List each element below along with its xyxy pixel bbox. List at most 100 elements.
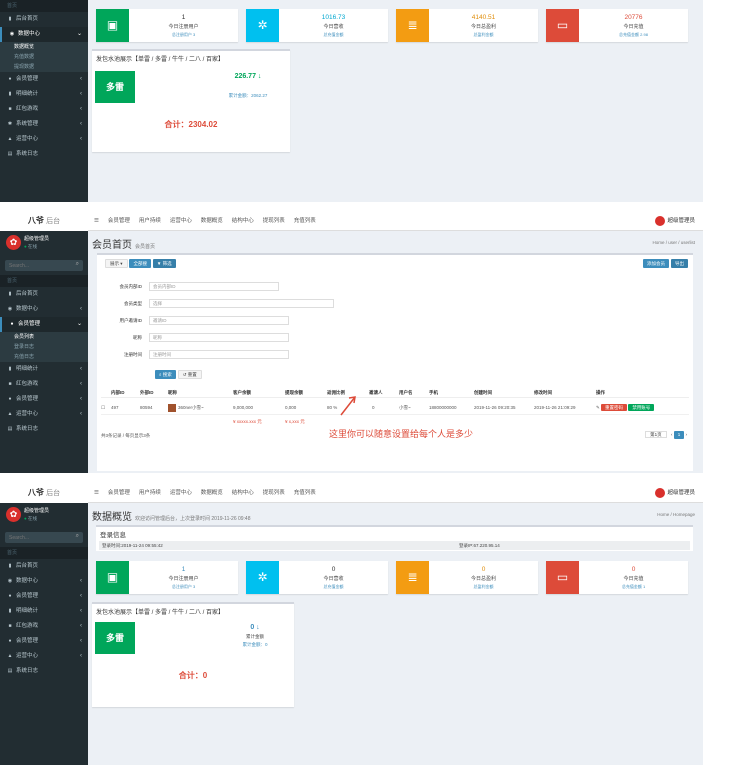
kpi-link[interactable]: 总盈利金额 xyxy=(429,32,538,38)
online-dot-icon: ● xyxy=(24,244,27,249)
kpi-label: 今日总盈利 xyxy=(470,24,496,30)
nav-members[interactable]: 会员管理 xyxy=(108,211,130,231)
sidebar-item-stats[interactable]: ▮ 明细统计 ‹ xyxy=(0,362,88,377)
disable-account-button[interactable]: 禁用账号 xyxy=(628,404,655,411)
top-navbar: ☰ 会员管理 用户持续 运营中心 数据概览 结构中心 提现列表 充值列表 超级管… xyxy=(88,211,703,231)
sidebar-item-redpacket[interactable]: ■ 红包游戏 ‹ xyxy=(0,619,88,634)
kpi-link[interactable]: 总充值金额 xyxy=(279,584,388,590)
chevron-left-icon: ‹ xyxy=(80,381,82,387)
kpi-link[interactable]: 总充值金额 xyxy=(279,32,388,38)
edit-icon[interactable]: ✎ xyxy=(596,405,600,410)
member-id-input[interactable]: 会员内部ID xyxy=(149,282,279,291)
sidebar-item-logs[interactable]: ▤ 系统日志 xyxy=(0,664,88,679)
kpi-link[interactable]: 总充值金额 1 xyxy=(579,584,688,590)
export-button[interactable]: 导出 xyxy=(671,259,688,268)
kpi-label: 今日充值 xyxy=(623,24,644,30)
sidebar-item-home[interactable]: ▮ 后台首页 xyxy=(0,12,88,27)
sidebar-item-redpacket[interactable]: ■ 红包游戏 ‹ xyxy=(0,102,88,117)
nav-structure[interactable]: 结构中心 xyxy=(232,211,254,231)
sidebar-sub-recharge[interactable]: 充值数据 xyxy=(0,52,88,62)
sidebar-item-data-center[interactable]: ◉ 数据中心 ‹ xyxy=(0,302,88,317)
sidebar-item-logs[interactable]: ▤ 系统日志 xyxy=(0,147,88,162)
search-icon[interactable]: ⌕ xyxy=(76,261,79,268)
breadcrumb: Home / Homepage xyxy=(657,512,695,517)
add-member-button[interactable]: 添加会员 xyxy=(643,259,670,268)
sidebar-search-input[interactable] xyxy=(5,260,83,271)
chart-icon: ▮ xyxy=(8,608,12,614)
nav-recharge[interactable]: 充值列表 xyxy=(294,483,316,503)
nav-ops[interactable]: 运营中心 xyxy=(170,483,192,503)
chevron-left-icon: ‹ xyxy=(80,91,82,97)
search-all-button[interactable]: 全部搜 xyxy=(129,259,151,268)
nav-withdraw[interactable]: 提现列表 xyxy=(263,211,285,231)
nav-data[interactable]: 数据概览 xyxy=(201,211,223,231)
sidebar-item-redpacket[interactable]: ■ 红包游戏 ‹ xyxy=(0,377,88,392)
pool-stat-sub: 累计金额：0 xyxy=(242,642,268,647)
kpi-link[interactable]: 总盈利金额 xyxy=(429,584,538,590)
sidebar-item-ops[interactable]: ▲ 运营中心 ‹ xyxy=(0,649,88,664)
prev-page-button[interactable]: ‹ xyxy=(671,432,673,437)
sidebar-sub-login-log[interactable]: 登录日志 xyxy=(0,342,88,352)
briefcase-icon: ▣ xyxy=(96,561,129,594)
nav-users[interactable]: 用户持续 xyxy=(139,211,161,231)
sidebar-search-input[interactable] xyxy=(5,532,83,543)
register-time-input[interactable]: 注册时间 xyxy=(149,350,289,359)
nav-withdraw[interactable]: 提现列表 xyxy=(263,483,285,503)
row-checkbox[interactable]: ☐ xyxy=(101,401,105,415)
money-icon: ▭ xyxy=(546,561,579,594)
admin-menu[interactable]: 超级管理员 xyxy=(655,215,695,227)
sidebar-item-data-center[interactable]: ◉ 数据中心 ⌄ xyxy=(0,27,88,42)
member-type-select[interactable]: 选择 xyxy=(149,299,334,308)
nickname-input[interactable]: 昵称 xyxy=(149,333,289,342)
sidebar-sub-overview[interactable]: 数据概览 xyxy=(0,42,88,52)
page-size-select[interactable]: 第1页 xyxy=(645,431,667,438)
nav-data[interactable]: 数据概览 xyxy=(201,483,223,503)
sidebar-item-ops[interactable]: ▲ 运营中心 ‹ xyxy=(0,407,88,422)
search-icon[interactable]: ⌕ xyxy=(76,533,79,540)
reset-button[interactable]: ↺ 重置 xyxy=(177,370,202,379)
sidebar-item-stats[interactable]: ▮ 明细统计 ‹ xyxy=(0,87,88,102)
sidebar-item-members[interactable]: ● 会员管理 ⌄ xyxy=(0,317,88,332)
sidebar-item-member-mgmt[interactable]: ● 会员管理 ‹ xyxy=(0,392,88,407)
kpi-link[interactable]: 总充值金额 2.98 xyxy=(579,32,688,38)
menu-toggle-icon[interactable]: ☰ xyxy=(94,483,99,503)
chevron-left-icon: ‹ xyxy=(80,121,82,127)
sidebar-item-home[interactable]: ▮ 后台首页 xyxy=(0,559,88,574)
kpi-value: 1 xyxy=(181,14,186,21)
search-button[interactable]: ⌕ 搜索 xyxy=(155,370,176,379)
sidebar-item-ops[interactable]: ▲ 运营中心 ‹ xyxy=(0,132,88,147)
kpi-link[interactable]: 总注册用户 3 xyxy=(129,584,238,590)
chevron-down-icon: ⌄ xyxy=(76,321,82,327)
sidebar-item-logs[interactable]: ▤ 系统日志 xyxy=(0,422,88,437)
sidebar-sub-member-list[interactable]: 会员列表 xyxy=(0,332,88,342)
nav-users[interactable]: 用户持续 xyxy=(139,483,161,503)
sidebar-item-members[interactable]: ● 会员管理 ‹ xyxy=(0,72,88,87)
chevron-left-icon: ‹ xyxy=(80,608,82,614)
kpi-link[interactable]: 总注册用户 3 xyxy=(129,32,238,38)
reset-password-button[interactable]: 重置密码 xyxy=(601,404,628,411)
kpi-label: 今日注册用户 xyxy=(168,576,199,582)
next-page-button[interactable]: › xyxy=(686,432,688,437)
sidebar-item-home[interactable]: ▮ 后台首页 xyxy=(0,287,88,302)
filter-button[interactable]: ▼ 筛选 xyxy=(152,259,176,268)
database-icon: ≣ xyxy=(396,561,429,594)
nav-members[interactable]: 会员管理 xyxy=(108,483,130,503)
nav-structure[interactable]: 结构中心 xyxy=(232,483,254,503)
sidebar-item-member-mgmt[interactable]: ● 会员管理 ‹ xyxy=(0,634,88,649)
sidebar-item-system[interactable]: ✱ 系统管理 ‹ xyxy=(0,117,88,132)
gift-icon: ■ xyxy=(8,106,12,112)
sidebar-sub-recharge-log[interactable]: 充值日志 xyxy=(0,352,88,362)
invite-id-input[interactable]: 邀请ID xyxy=(149,316,289,325)
online-dot-icon: ● xyxy=(24,516,27,521)
menu-toggle-icon[interactable]: ☰ xyxy=(94,211,99,231)
nav-recharge[interactable]: 充值列表 xyxy=(294,211,316,231)
page-1-button[interactable]: 1 xyxy=(673,431,685,439)
sidebar-item-stats[interactable]: ▮ 明细统计 ‹ xyxy=(0,604,88,619)
dashboard-icon: ◉ xyxy=(7,306,13,312)
nav-ops[interactable]: 运营中心 xyxy=(170,211,192,231)
sidebar-item-data-center[interactable]: ◉ 数据中心 ‹ xyxy=(0,574,88,589)
show-select[interactable]: 展示 ▾ xyxy=(105,259,128,268)
admin-menu[interactable]: 超级管理员 xyxy=(655,487,695,499)
sidebar-item-members[interactable]: ● 会员管理 ‹ xyxy=(0,589,88,604)
sidebar-sub-withdraw[interactable]: 提现数据 xyxy=(0,62,88,72)
